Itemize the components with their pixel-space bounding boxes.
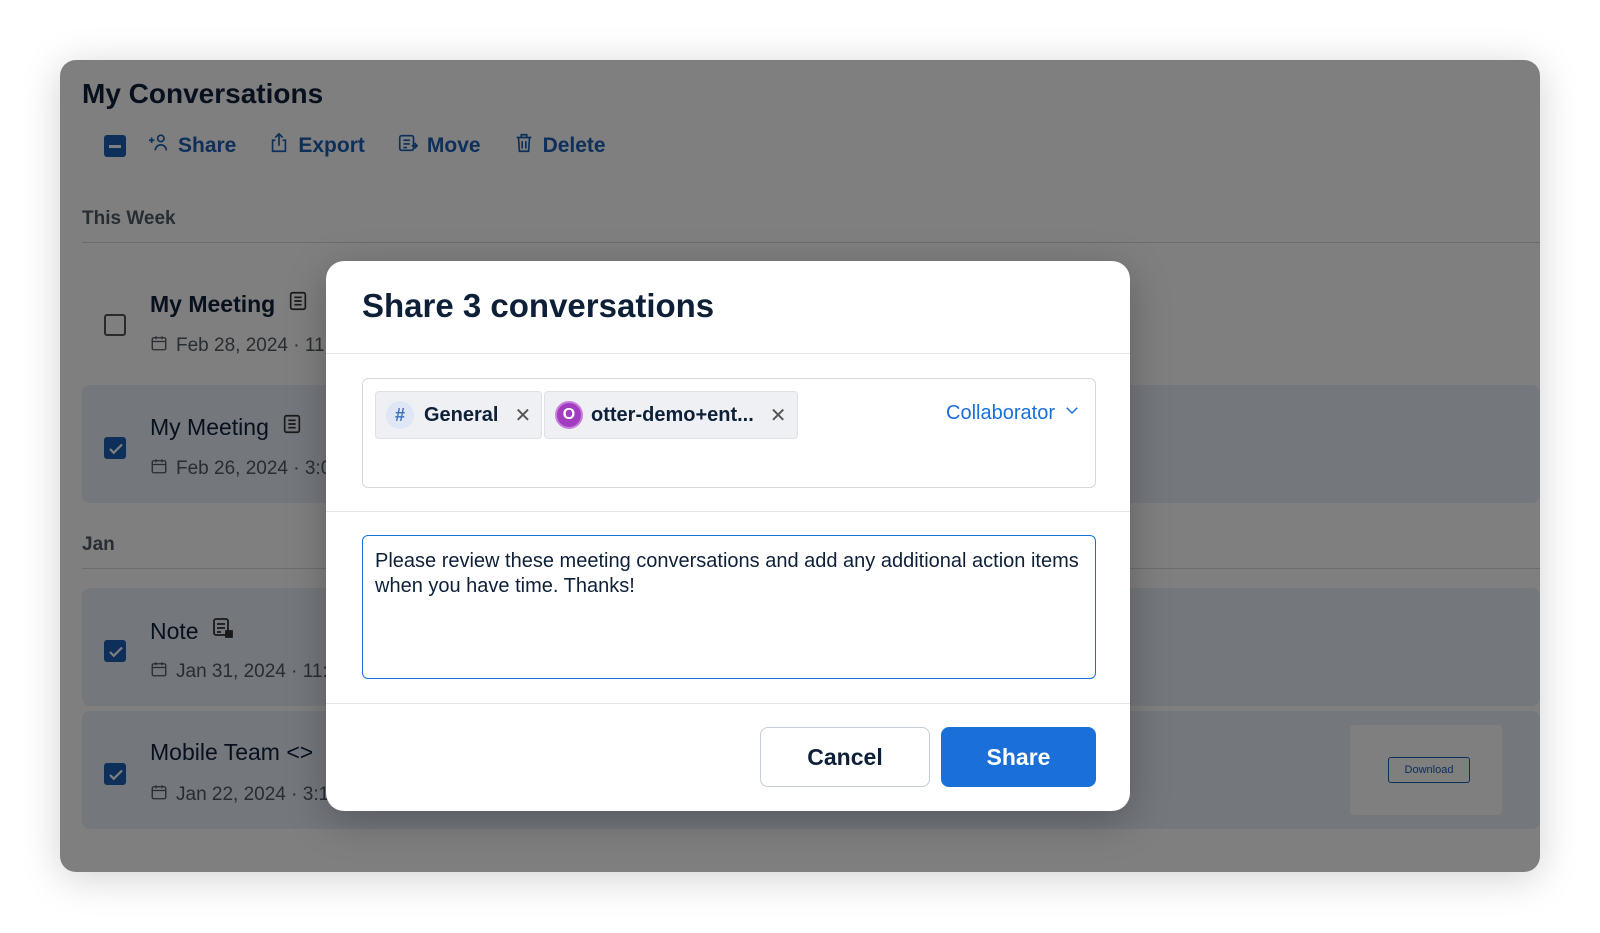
- recipient-chip-user: O otter-demo+ent... ✕: [544, 391, 798, 439]
- role-dropdown[interactable]: Collaborator: [946, 401, 1081, 425]
- cancel-button[interactable]: Cancel: [760, 727, 930, 787]
- modal-divider: [326, 353, 1130, 354]
- close-icon[interactable]: ✕: [770, 403, 787, 428]
- modal-title: Share 3 conversations: [362, 287, 715, 324]
- recipient-chip-general: # General ✕: [375, 391, 543, 439]
- message-textarea[interactable]: Please review these meeting conversation…: [362, 535, 1096, 679]
- share-button[interactable]: Share: [941, 727, 1096, 787]
- chip-label: General: [424, 403, 499, 426]
- hash-icon: #: [386, 401, 414, 429]
- recipients-field[interactable]: # General ✕ O otter-demo+ent... ✕ Collab…: [362, 378, 1096, 488]
- share-modal: Share 3 conversations # General ✕ O otte…: [326, 261, 1130, 811]
- modal-divider: [326, 703, 1130, 704]
- role-value: Collaborator: [946, 401, 1055, 424]
- chevron-down-icon: [1063, 401, 1081, 425]
- close-icon[interactable]: ✕: [514, 403, 531, 428]
- modal-divider: [326, 511, 1130, 512]
- chip-label: otter-demo+ent...: [591, 403, 754, 426]
- avatar: O: [555, 401, 583, 429]
